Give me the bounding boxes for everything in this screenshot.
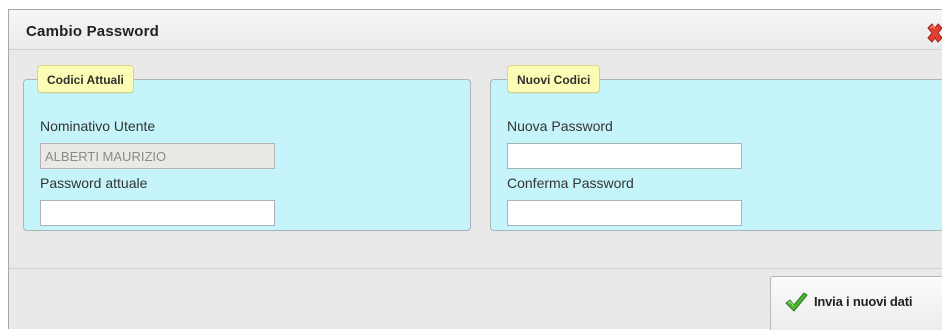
close-x-icon — [927, 23, 942, 43]
change-password-dialog: Cambio Password Codici Attuali Nominativ… — [8, 9, 942, 330]
confirm-password-field[interactable] — [507, 200, 742, 226]
footer-divider — [9, 268, 942, 269]
new-codes-legend: Nuovi Codici — [507, 65, 601, 93]
checkmark-icon — [784, 291, 808, 313]
new-password-label: Nuova Password — [507, 118, 613, 134]
user-name-field — [40, 143, 275, 169]
submit-button-label: Invia i nuovi dati — [814, 294, 913, 309]
current-password-field[interactable] — [40, 200, 275, 226]
dialog-title: Cambio Password — [26, 23, 160, 40]
user-name-label: Nominativo Utente — [40, 118, 156, 134]
confirm-password-label: Conferma Password — [507, 175, 634, 191]
current-password-label: Password attuale — [40, 175, 148, 191]
close-icon[interactable] — [924, 22, 942, 44]
current-codes-legend: Codici Attuali — [37, 65, 134, 93]
new-password-field[interactable] — [507, 143, 742, 169]
submit-new-data-button[interactable]: Invia i nuovi dati — [770, 276, 942, 330]
current-codes-panel: Codici Attuali Nominativo Utente Passwor… — [23, 65, 471, 231]
new-codes-panel: Nuovi Codici Nuova Password Conferma Pas… — [490, 65, 942, 231]
dialog-titlebar: Cambio Password — [9, 10, 942, 50]
